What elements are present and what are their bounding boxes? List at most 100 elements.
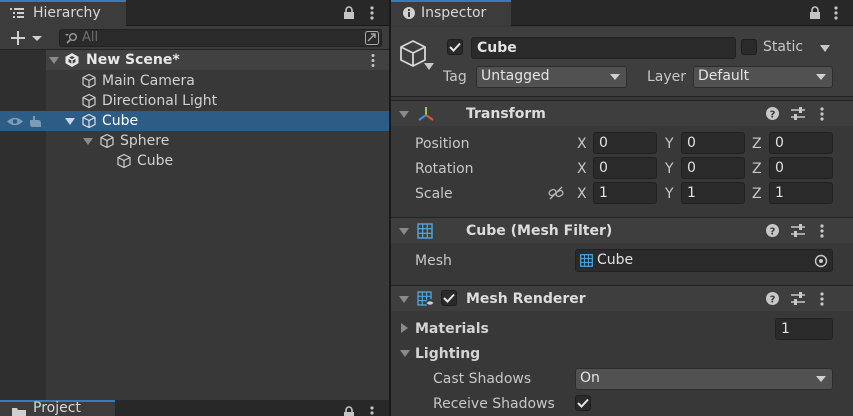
scale-x-field[interactable]: 1: [593, 182, 657, 204]
icon-dropdown-arrow-icon[interactable]: [424, 63, 434, 70]
scene-menu-icon[interactable]: [370, 53, 376, 68]
hierarchy-item-label: Sphere: [120, 133, 170, 149]
inspector-tab-bar: Inspector: [391, 0, 853, 26]
rotation-x-field[interactable]: 0: [593, 157, 657, 179]
hierarchy-item-directional-light[interactable]: Directional Light: [0, 91, 389, 111]
receive-shadows-checkbox[interactable]: [575, 395, 591, 411]
object-picker-icon[interactable]: [814, 254, 828, 268]
scene-name: New Scene*: [86, 52, 180, 68]
kebab-menu-icon[interactable]: [833, 5, 839, 21]
tab-inspector[interactable]: Inspector: [391, 0, 511, 26]
project-panel: Project: [0, 400, 389, 416]
constrain-proportions-link-icon[interactable]: [548, 186, 564, 200]
component-menu-icon[interactable]: [819, 291, 825, 307]
help-icon[interactable]: ?: [766, 292, 779, 305]
help-icon[interactable]: ?: [766, 107, 779, 120]
lighting-label[interactable]: Lighting: [415, 344, 480, 364]
collapse-arrow-icon[interactable]: [399, 296, 409, 303]
gameobject-header: Cube Static Tag Untagged Layer Default: [391, 27, 853, 97]
mesh-object-field[interactable]: Cube: [575, 249, 833, 272]
collapse-arrow-icon[interactable]: [399, 111, 409, 118]
kebab-menu-icon[interactable]: [369, 5, 375, 21]
active-checkbox[interactable]: [447, 39, 463, 55]
help-icon[interactable]: ?: [766, 224, 779, 237]
scale-x-label[interactable]: X: [577, 184, 587, 204]
transform-title: Transform: [466, 106, 546, 122]
cast-shadows-dropdown[interactable]: On: [575, 368, 833, 390]
position-z-field[interactable]: 0: [769, 132, 833, 154]
static-label: Static: [763, 39, 804, 55]
hierarchy-item-sphere[interactable]: Sphere: [0, 131, 389, 151]
add-dropdown-icon[interactable]: [11, 31, 43, 45]
static-checkbox[interactable]: [741, 39, 757, 55]
rotation-z-field[interactable]: 0: [769, 157, 833, 179]
hierarchy-item-cube-child[interactable]: Cube: [0, 151, 389, 171]
scene-visibility-icon[interactable]: [365, 31, 379, 45]
list-icon: [10, 8, 24, 18]
presets-icon[interactable]: [791, 224, 805, 237]
position-y-field[interactable]: 0: [681, 132, 745, 154]
expand-arrow-icon[interactable]: [65, 118, 75, 125]
scale-y-label[interactable]: Y: [665, 184, 674, 204]
mesh-filter-title: Cube (Mesh Filter): [466, 223, 613, 239]
pickable-hand-icon[interactable]: [28, 115, 42, 128]
lighting-expand-arrow-icon[interactable]: [400, 350, 410, 357]
collapse-arrow-icon[interactable]: [399, 228, 409, 235]
mesh-grid-icon: [417, 223, 433, 239]
rotation-z-label[interactable]: Z: [752, 159, 762, 179]
materials-count-field[interactable]: 1: [775, 318, 833, 340]
presets-icon[interactable]: [791, 292, 805, 305]
component-menu-icon[interactable]: [819, 223, 825, 239]
lock-icon[interactable]: [343, 406, 355, 416]
position-label: Position: [415, 136, 470, 152]
project-tab-label: Project: [33, 400, 81, 416]
info-icon: [403, 7, 415, 19]
cast-shadows-label: Cast Shadows: [433, 371, 532, 387]
visibility-eye-icon[interactable]: [6, 116, 24, 127]
position-z-label[interactable]: Z: [752, 134, 762, 154]
scene-row[interactable]: New Scene*: [46, 50, 389, 70]
position-x-field[interactable]: 0: [593, 132, 657, 154]
mesh-grid-icon: [580, 254, 593, 267]
position-x-label[interactable]: X: [577, 134, 587, 154]
mesh-renderer-title: Mesh Renderer: [466, 291, 586, 307]
lock-icon[interactable]: [809, 6, 821, 19]
static-dropdown-arrow-icon[interactable]: [820, 45, 830, 52]
tab-project[interactable]: Project: [0, 400, 115, 416]
gameobject-cube-icon: [82, 93, 96, 109]
hierarchy-item-main-camera[interactable]: Main Camera: [0, 71, 389, 91]
rotation-y-label[interactable]: Y: [665, 159, 674, 179]
rotation-x-label[interactable]: X: [577, 159, 587, 179]
tag-label: Tag: [443, 69, 467, 85]
tab-hierarchy[interactable]: Hierarchy: [0, 0, 126, 26]
materials-expand-arrow-icon[interactable]: [401, 323, 408, 333]
mesh-renderer-header[interactable]: Mesh Renderer ?: [391, 285, 853, 311]
expand-arrow-icon[interactable]: [83, 138, 93, 145]
hierarchy-item-label: Cube: [137, 153, 174, 169]
hierarchy-search-input[interactable]: All: [59, 29, 382, 47]
scale-y-field[interactable]: 1: [681, 182, 745, 204]
transform-header[interactable]: Transform ?: [391, 100, 853, 126]
mesh-filter-header[interactable]: Cube (Mesh Filter) ?: [391, 217, 853, 243]
materials-label[interactable]: Materials: [415, 319, 489, 339]
rotation-y-field[interactable]: 0: [681, 157, 745, 179]
kebab-menu-icon[interactable]: [369, 405, 375, 416]
position-y-label[interactable]: Y: [665, 134, 674, 154]
gameobject-cube-icon: [100, 133, 114, 149]
scale-label: Scale: [415, 186, 453, 202]
hierarchy-tab-bar: Hierarchy: [0, 0, 389, 26]
hierarchy-item-cube[interactable]: Cube: [0, 111, 389, 131]
scale-z-label[interactable]: Z: [752, 184, 762, 204]
presets-icon[interactable]: [791, 107, 805, 120]
expand-arrow-icon[interactable]: [49, 57, 59, 64]
component-menu-icon[interactable]: [819, 106, 825, 122]
chevron-down-icon: [610, 74, 620, 80]
layer-dropdown[interactable]: Default: [693, 66, 833, 88]
lock-icon[interactable]: [343, 6, 355, 19]
object-name-field[interactable]: Cube: [471, 37, 736, 59]
rotation-label: Rotation: [415, 161, 474, 177]
search-icon: [65, 33, 77, 44]
mesh-renderer-enabled-checkbox[interactable]: [441, 290, 457, 306]
tag-dropdown[interactable]: Untagged: [476, 66, 627, 88]
scale-z-field[interactable]: 1: [769, 182, 833, 204]
